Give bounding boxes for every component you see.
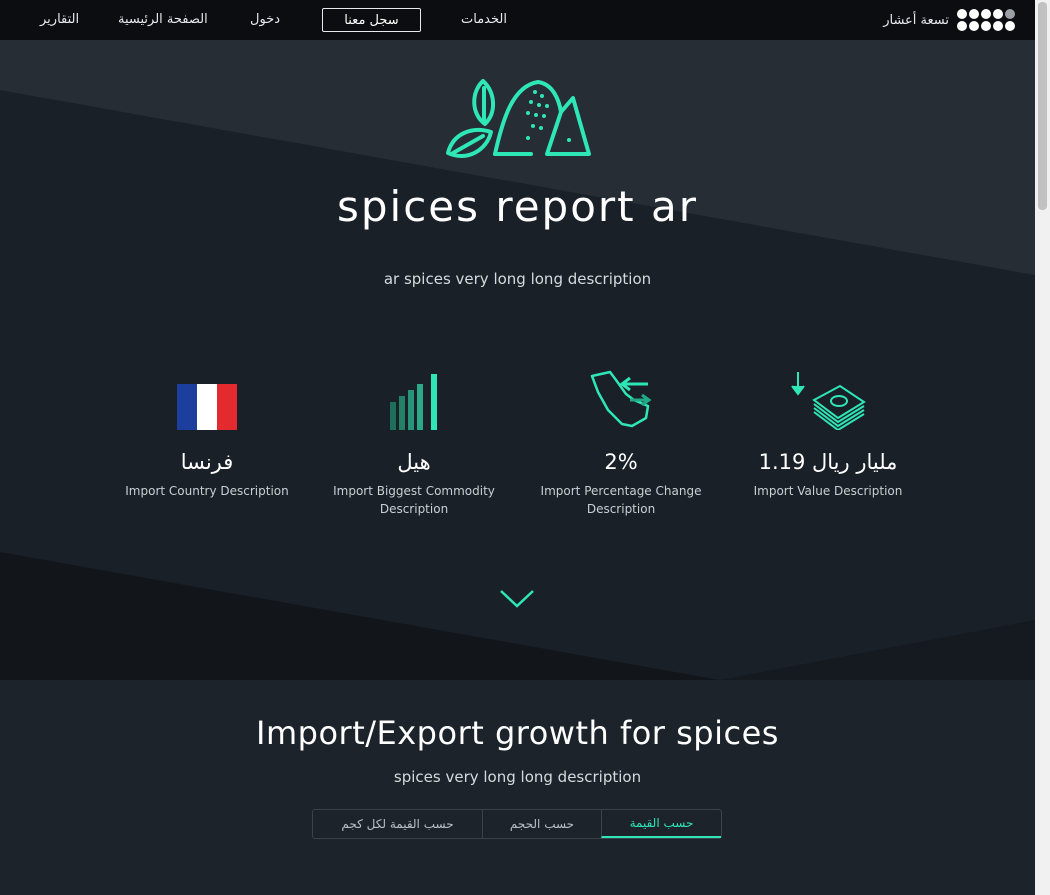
stat-import-country: فرنسا Import Country Description [122, 360, 292, 500]
tab-by-volume[interactable]: حسب الحجم [482, 810, 601, 838]
metric-tabs: حسب القيمة حسب الحجم حسب القيمة لكل كجم [312, 809, 722, 839]
page-scrollbar[interactable] [1035, 0, 1050, 895]
tab-by-value[interactable]: حسب القيمة [601, 810, 721, 838]
tab-by-value-per-kg[interactable]: حسب القيمة لكل كجم [313, 810, 482, 838]
stat-value: هيل [397, 450, 431, 474]
saudi-map-exchange-icon [590, 370, 652, 428]
hero-section: spices report ar ar spices very long lon… [0, 40, 1035, 680]
bar-growth-icon [390, 374, 437, 430]
nine-dots-logo-icon [957, 9, 1015, 31]
nav-login-link[interactable]: دخول [250, 12, 280, 27]
france-flag-icon [177, 384, 237, 430]
stat-description: Import Value Description [753, 484, 903, 498]
nav-reports-link[interactable]: التقارير [40, 12, 79, 27]
brand-logo[interactable]: تسعة أعشار [883, 9, 1015, 31]
stat-description: Import Country Description [125, 484, 289, 498]
spices-logo-icon [446, 79, 591, 159]
stat-import-value: 1.19 مليار ريال Import Value Description [743, 360, 913, 500]
top-nav: التقارير الصفحة الرئيسية دخول سجل معنا ا… [0, 0, 1035, 40]
nav-home-link[interactable]: الصفحة الرئيسية [118, 12, 208, 27]
scroll-down-chevron-icon[interactable] [499, 588, 535, 610]
stat-value: فرنسا [180, 450, 234, 474]
brand-name: تسعة أعشار [883, 12, 949, 28]
section-subtitle: spices very long long description [393, 768, 642, 786]
stat-description: Import Biggest Commodity Description [333, 484, 495, 516]
stat-biggest-commodity: هيل Import Biggest Commodity Description [329, 360, 499, 518]
register-button[interactable]: سجل معنا [322, 8, 421, 32]
page-subtitle: ar spices very long long description [383, 270, 652, 288]
stat-value: 2% [604, 450, 638, 474]
money-import-icon [791, 372, 866, 430]
stat-value: 1.19 مليار ريال [758, 450, 898, 474]
stat-import-percentage: 2% Import Percentage Change Description [536, 360, 706, 518]
page-title: spices report ar [336, 182, 698, 231]
stat-description: Import Percentage Change Description [540, 484, 702, 516]
scrollbar-thumb[interactable] [1038, 2, 1047, 210]
section-title: Import/Export growth for spices [256, 714, 779, 752]
nav-services-link[interactable]: الخدمات [461, 12, 507, 27]
